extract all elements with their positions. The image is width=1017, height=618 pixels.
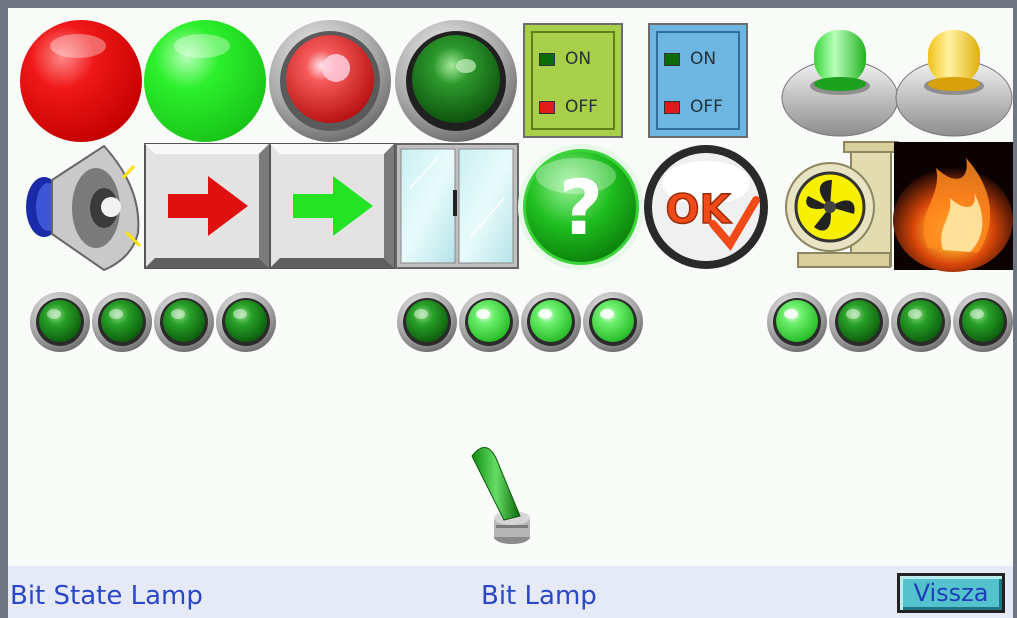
ok-icon[interactable]: OK <box>644 145 768 269</box>
yellow-beacon-icon[interactable] <box>895 30 1013 137</box>
graphics-layer: ? OK <box>20 20 1013 544</box>
off-row: OFF <box>664 97 723 117</box>
sliding-door-icon[interactable] <box>395 143 519 269</box>
bit-lamp-off[interactable] <box>216 292 276 352</box>
green-arrow-icon[interactable] <box>269 143 395 269</box>
on-indicator <box>664 52 680 66</box>
on-off-switch-1[interactable]: ON OFF <box>523 23 623 138</box>
bit-lamp-on[interactable] <box>583 292 643 352</box>
green-pilot-lamp-icon[interactable] <box>395 20 517 142</box>
on-row: ON <box>664 49 716 69</box>
hmi-screen: ? OK ON OFF ON OFF Bit State Lamp Bit La… <box>8 8 1013 618</box>
bit-lamp-off[interactable] <box>92 292 152 352</box>
switch-off-label: OFF <box>690 97 723 117</box>
green-lamp-icon[interactable] <box>144 20 266 142</box>
switch-off-label: OFF <box>565 97 598 117</box>
red-pilot-lamp-icon[interactable] <box>269 20 391 142</box>
bit-lamp-label: Bit Lamp <box>481 581 597 611</box>
green-beacon-icon[interactable] <box>781 30 899 137</box>
off-row: OFF <box>539 97 598 117</box>
back-button[interactable]: Vissza <box>897 573 1005 613</box>
bit-lamp-off[interactable] <box>829 292 889 352</box>
bit-lamp-off[interactable] <box>891 292 951 352</box>
bit-lamp-off[interactable] <box>30 292 90 352</box>
switch-on-label: ON <box>690 49 717 69</box>
bit-lamp-on[interactable] <box>521 292 581 352</box>
on-row: ON <box>539 49 591 69</box>
help-icon[interactable]: ? <box>518 144 644 270</box>
on-indicator <box>539 52 555 66</box>
bit-lamp-off[interactable] <box>397 292 457 352</box>
bit-lamp-off[interactable] <box>154 292 214 352</box>
bit-state-lamp-label: Bit State Lamp <box>10 581 203 611</box>
off-indicator <box>539 100 555 114</box>
fire-icon[interactable] <box>893 142 1013 272</box>
fan-icon[interactable] <box>785 141 899 268</box>
red-arrow-icon[interactable] <box>144 143 270 269</box>
svg-text:OK: OK <box>666 187 733 233</box>
off-indicator <box>664 100 680 114</box>
speaker-icon[interactable] <box>26 144 142 272</box>
bit-lamp-on[interactable] <box>767 292 827 352</box>
svg-text:?: ? <box>559 163 603 252</box>
bit-lamp-on[interactable] <box>459 292 519 352</box>
bit-lamp-off[interactable] <box>953 292 1013 352</box>
bit-lamp-rows <box>30 292 1013 352</box>
switch-on-label: ON <box>565 49 592 69</box>
toggle-lever-icon[interactable] <box>471 447 530 544</box>
on-off-switch-2[interactable]: ON OFF <box>648 23 748 138</box>
red-lamp-icon[interactable] <box>20 20 142 142</box>
